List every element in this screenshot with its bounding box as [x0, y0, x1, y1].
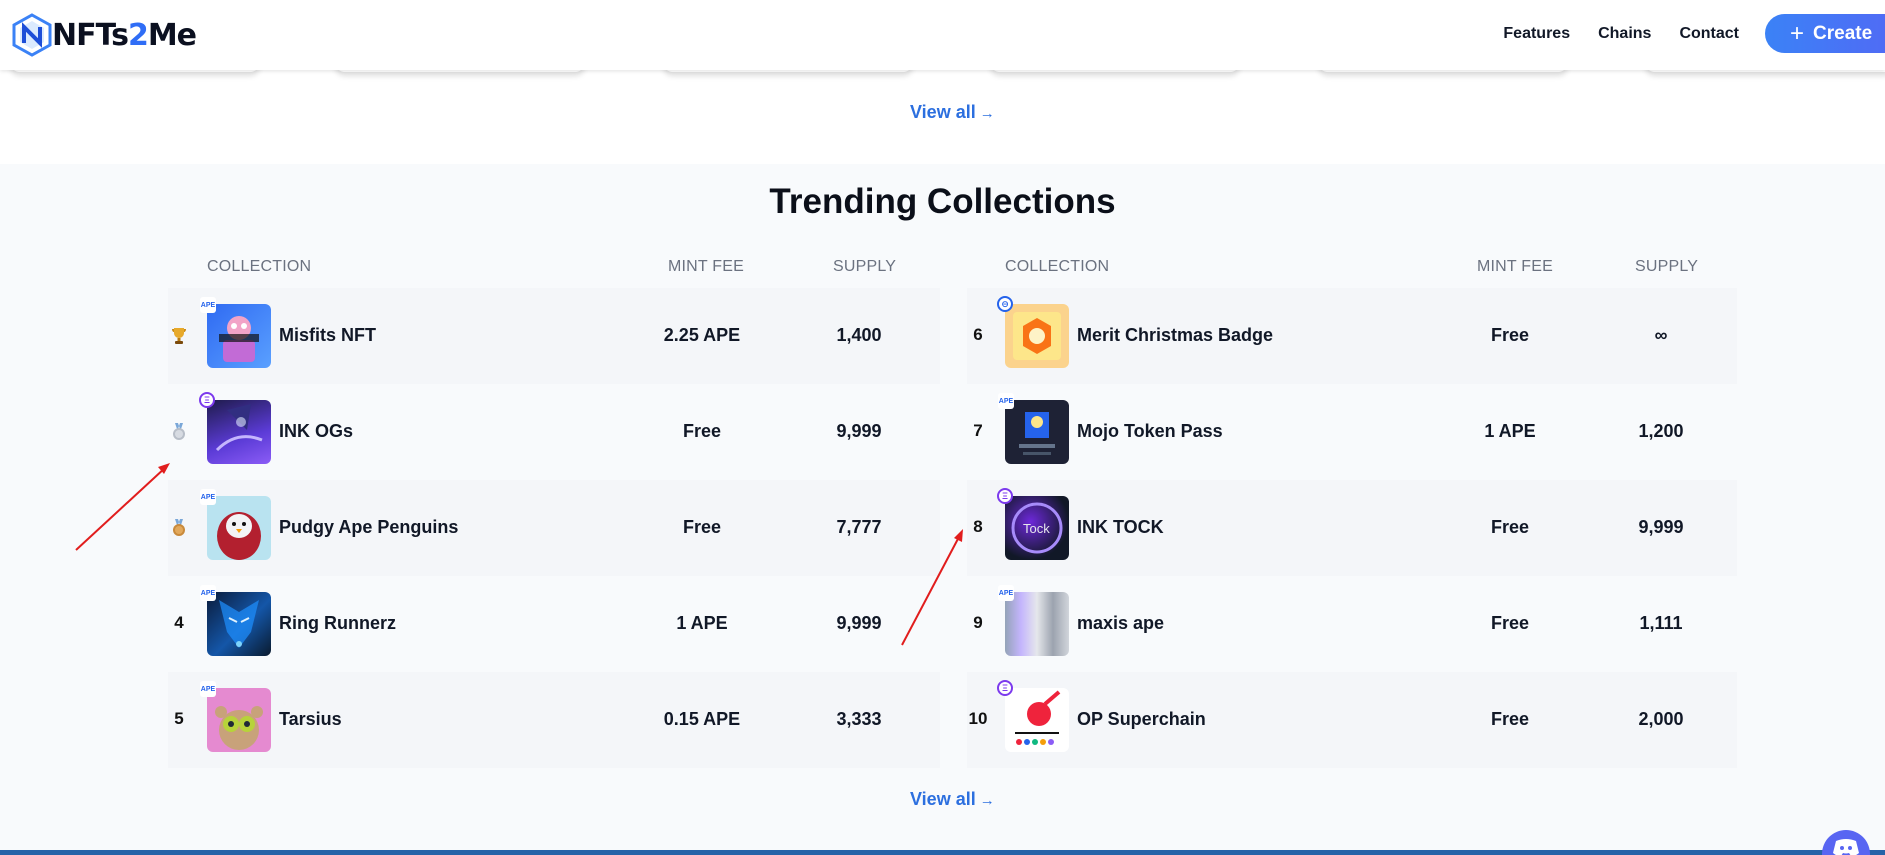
collection-name[interactable]: Mojo Token Pass	[1077, 421, 1223, 442]
nav-chains[interactable]: Chains	[1598, 25, 1651, 43]
mint-fee: Free	[682, 517, 722, 537]
view-all-top-link[interactable]: View all →	[910, 102, 995, 123]
mint-fee: Free	[1490, 613, 1530, 633]
section-title: Trending Collections	[769, 182, 1116, 221]
rank-number: 6	[973, 325, 983, 344]
header-supply: SUPPLY	[1635, 258, 1699, 275]
site-header: NFTs2Me Features Chains Contact + Create	[0, 0, 1885, 70]
collection-thumbnail[interactable]	[1005, 400, 1069, 464]
collection-thumbnail[interactable]	[1005, 592, 1069, 656]
rank-number: 7	[973, 421, 983, 440]
collection-name[interactable]: INK OGs	[279, 421, 353, 442]
header-mint-fee: MINT FEE	[668, 258, 744, 275]
supply: 3,333	[836, 709, 882, 729]
collection-thumbnail[interactable]	[1005, 688, 1069, 752]
discord-icon	[1833, 839, 1859, 855]
ape-chain-badge-icon: APE	[998, 585, 1014, 601]
collection-name[interactable]: Misfits NFT	[279, 325, 376, 346]
create-button-label: Create	[1813, 22, 1873, 44]
ethereum-chain-badge-icon: Ξ	[199, 392, 215, 408]
collection-name[interactable]: Merit Christmas Badge	[1077, 325, 1273, 346]
ethereum-chain-badge-icon: Ξ	[997, 488, 1013, 504]
logo-mark-icon	[12, 13, 52, 57]
rank-number: 5	[174, 709, 184, 728]
collection-thumbnail[interactable]	[1005, 304, 1069, 368]
rank-number: 9	[973, 613, 983, 632]
header-collection: COLLECTION	[1005, 258, 1110, 275]
mint-fee: Free	[1490, 325, 1530, 345]
collection-name[interactable]: INK TOCK	[1077, 517, 1164, 538]
collection-name[interactable]: Pudgy Ape Penguins	[279, 517, 458, 538]
view-all-label: View all	[910, 789, 976, 809]
collection-thumbnail[interactable]	[207, 496, 271, 560]
brand-name: NFTs2Me	[52, 17, 197, 53]
gold-trophy-icon	[172, 328, 186, 344]
supply: ∞	[1654, 325, 1668, 345]
supply: 1,111	[1639, 613, 1683, 633]
supply: 1,200	[1638, 421, 1684, 441]
collection-name[interactable]: Tarsius	[279, 709, 342, 730]
collection-thumbnail[interactable]	[207, 304, 271, 368]
main-nav: Features Chains Contact + Create	[1475, 14, 1885, 53]
supply: 1,400	[836, 325, 882, 345]
view-all-label: View all	[910, 102, 976, 122]
collection-name[interactable]: Ring Runnerz	[279, 613, 396, 634]
collection-name[interactable]: OP Superchain	[1077, 709, 1206, 730]
brand-logo[interactable]: NFTs2Me	[10, 10, 197, 60]
ape-chain-badge-icon: APE	[200, 585, 216, 601]
supply: 9,999	[836, 613, 882, 633]
supply: 2,000	[1638, 709, 1684, 729]
mint-fee: Free	[1490, 709, 1530, 729]
supply: 7,777	[836, 517, 882, 537]
header-mint-fee: MINT FEE	[1477, 258, 1553, 275]
nav-features[interactable]: Features	[1503, 25, 1570, 43]
mint-fee: 0.15 APE	[663, 709, 741, 729]
collection-thumbnail[interactable]: Tock	[1005, 496, 1069, 560]
ape-chain-badge-icon: APE	[200, 681, 216, 697]
mint-fee: 1 APE	[676, 613, 728, 633]
silver-medal-icon	[173, 423, 185, 440]
collection-thumbnail[interactable]	[207, 592, 271, 656]
create-button[interactable]: + Create	[1765, 14, 1885, 53]
collection-thumbnail[interactable]	[207, 400, 271, 464]
collection-name[interactable]: maxis ape	[1077, 613, 1164, 634]
supply: 9,999	[1638, 517, 1684, 537]
mint-fee: 2.25 APE	[663, 325, 741, 345]
nav-contact[interactable]: Contact	[1679, 25, 1739, 43]
arrow-right-icon: →	[979, 792, 995, 809]
ape-chain-badge-icon: APE	[200, 297, 216, 313]
supply: 9,999	[836, 421, 882, 441]
mint-fee: Free	[682, 421, 722, 441]
header-collection: COLLECTION	[207, 258, 312, 275]
ethereum-chain-badge-icon: Ξ	[997, 680, 1013, 696]
view-all-trending-link[interactable]: View all →	[910, 789, 995, 810]
mint-fee: 1 APE	[1484, 421, 1536, 441]
bronze-medal-icon	[173, 519, 185, 536]
globe-chain-badge-icon: ⊖	[997, 296, 1013, 312]
arrow-right-icon: →	[979, 105, 995, 122]
footer-divider	[0, 850, 1885, 855]
ape-chain-badge-icon: APE	[998, 393, 1014, 409]
rank-number: 8	[973, 517, 983, 536]
collection-thumbnail[interactable]	[207, 688, 271, 752]
ape-chain-badge-icon: APE	[200, 489, 216, 505]
plus-icon: +	[1790, 19, 1805, 47]
rank-number: 10	[968, 709, 988, 728]
rank-number: 4	[174, 613, 184, 632]
header-supply: SUPPLY	[833, 258, 897, 275]
svg-text:Tock: Tock	[1023, 521, 1050, 536]
mint-fee: Free	[1490, 517, 1530, 537]
